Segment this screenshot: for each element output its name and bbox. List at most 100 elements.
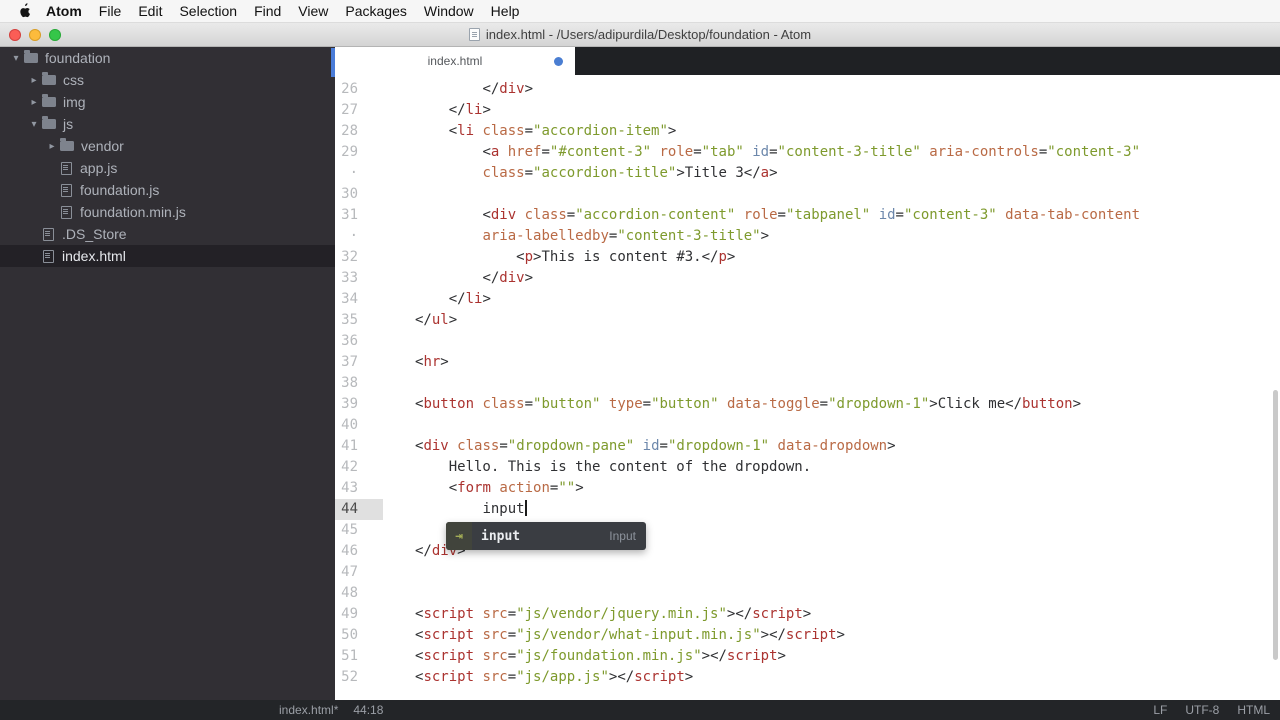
code-row[interactable]: 33 </div>	[335, 268, 1280, 289]
autocomplete-suggestion[interactable]: input	[481, 529, 520, 544]
code-row[interactable]: · aria-labelledby="content-3-title">	[335, 226, 1280, 247]
menu-item-selection[interactable]: Selection	[179, 3, 237, 19]
code-line-text	[383, 373, 415, 394]
chevron-down-icon: ▾	[31, 118, 37, 130]
tree-item-vendor[interactable]: ▸ vendor	[0, 135, 335, 157]
tree-item-js[interactable]: ▾ js	[0, 113, 335, 135]
code-line-text: aria-labelledby="content-3-title">	[482, 228, 770, 244]
menu-item-view[interactable]: View	[298, 3, 328, 19]
tree-item-foundation[interactable]: ▾ foundation	[0, 47, 335, 69]
code-row[interactable]: 32 <p>This is content #3.</p>	[335, 247, 1280, 268]
menu-item-atom[interactable]: Atom	[46, 3, 82, 19]
tree-item-label: app.js	[80, 160, 118, 176]
tree-item-css[interactable]: ▸ css	[0, 69, 335, 91]
code-row[interactable]: 49 <script src="js/vendor/jquery.min.js">…	[335, 604, 1280, 625]
tree-item-img[interactable]: ▸ img	[0, 91, 335, 113]
code-row[interactable]: 52 <script src="js/app.js"></script>	[335, 667, 1280, 688]
zoom-window-button[interactable]	[49, 28, 61, 41]
code-line-text: </li>	[448, 291, 491, 307]
code-line-text: </div>	[482, 270, 534, 286]
status-grammar[interactable]: HTML	[1237, 703, 1270, 717]
tree-item-foundation-js[interactable]: foundation.js	[0, 179, 335, 201]
code-row[interactable]: 51 <script src="js/foundation.min.js"></s…	[335, 646, 1280, 667]
code-row[interactable]: 39 <button class="button" type="button" d…	[335, 394, 1280, 415]
tree-item-foundation-min-js[interactable]: foundation.min.js	[0, 201, 335, 223]
modified-indicator-dot[interactable]	[554, 57, 563, 66]
code-row[interactable]: 42 Hello. This is the content of the dro…	[335, 457, 1280, 478]
window-title-bar[interactable]: index.html - /Users/adipurdila/Desktop/f…	[0, 23, 1280, 47]
code-row[interactable]: 44 input	[335, 499, 1280, 520]
code-row[interactable]: · class="accordion-title">Title 3</a>	[335, 163, 1280, 184]
code-row[interactable]: 41 <div class="dropdown-pane" id="dropdow…	[335, 436, 1280, 457]
menu-item-find[interactable]: Find	[254, 3, 281, 19]
code-row[interactable]: 29 <a href="#content-3" role="tab" id="c…	[335, 142, 1280, 163]
code-line-text: Hello. This is the content of the dropdo…	[448, 459, 812, 475]
editor-scrollbar-thumb[interactable]	[1273, 390, 1278, 660]
file-icon	[43, 227, 54, 241]
code-row[interactable]: 26 </div>	[335, 79, 1280, 100]
minimize-window-button[interactable]	[29, 28, 41, 41]
tree-item-label: .DS_Store	[62, 226, 127, 242]
code-row[interactable]: 27 </li>	[335, 100, 1280, 121]
file-icon	[61, 161, 72, 175]
code-line-text: <div class="dropdown-pane" id="dropdown-…	[415, 438, 896, 454]
tree-item-app-js[interactable]: app.js	[0, 157, 335, 179]
code-line-text: <form action="">	[448, 480, 584, 496]
line-number: 31	[341, 207, 358, 223]
code-line-text: <hr>	[415, 354, 449, 370]
menu-item-edit[interactable]: Edit	[138, 3, 162, 19]
code-row[interactable]: 47	[335, 562, 1280, 583]
menu-item-help[interactable]: Help	[491, 3, 520, 19]
line-number: 43	[341, 480, 358, 496]
folder-icon	[60, 138, 74, 151]
code-row[interactable]: 28 <li class="accordion-item">	[335, 121, 1280, 142]
editor-pane: index.html ⇥ input Input 26 </div> 27 </l…	[335, 47, 1280, 700]
tree-view[interactable]: ▾ foundation ▸ css ▸ img ▾ js ▸ vendor app.js found…	[0, 47, 335, 700]
code-line-text	[383, 520, 415, 541]
code-line-text	[383, 583, 415, 604]
file-icon	[43, 249, 54, 263]
code-row[interactable]: 40	[335, 415, 1280, 436]
status-line-ending[interactable]: LF	[1153, 703, 1167, 717]
file-icon	[61, 183, 72, 197]
folder-icon	[42, 94, 56, 107]
code-line-text	[383, 562, 415, 583]
code-row[interactable]: 38	[335, 373, 1280, 394]
code-line-text: class="accordion-title">Title 3</a>	[482, 165, 778, 181]
code-row[interactable]: 43 <form action="">	[335, 478, 1280, 499]
window-title: index.html - /Users/adipurdila/Desktop/f…	[485, 27, 812, 42]
code-line-text: <script src="js/vendor/what-input.min.js…	[415, 627, 845, 643]
code-row[interactable]: 34 </li>	[335, 289, 1280, 310]
text-cursor	[524, 500, 527, 516]
code-row[interactable]: 50 <script src="js/vendor/what-input.min.…	[335, 625, 1280, 646]
menu-item-file[interactable]: File	[99, 3, 122, 19]
code-row[interactable]: 48	[335, 583, 1280, 604]
line-number: 38	[341, 375, 358, 391]
line-number: 28	[341, 123, 358, 139]
tab-index-html[interactable]: index.html	[335, 47, 575, 75]
menu-item-window[interactable]: Window	[424, 3, 474, 19]
tree-item-label: vendor	[81, 138, 124, 154]
code-row[interactable]: 31 <div class="accordion-content" role="…	[335, 205, 1280, 226]
code-line-text: </ul>	[415, 312, 458, 328]
tree-item--ds-store[interactable]: .DS_Store	[0, 223, 335, 245]
status-encoding[interactable]: UTF-8	[1185, 703, 1219, 717]
status-file-name[interactable]: index.html*	[279, 703, 338, 717]
code-row[interactable]: 37 <hr>	[335, 352, 1280, 373]
close-window-button[interactable]	[9, 28, 21, 41]
code-line-text: input	[482, 500, 527, 517]
tree-item-index-html[interactable]: index.html	[0, 245, 335, 267]
code-line-text: </div>	[482, 81, 534, 97]
code-row[interactable]: 30	[335, 184, 1280, 205]
line-number: 35	[341, 312, 358, 328]
line-number: 44	[335, 499, 383, 520]
apple-menu-icon[interactable]	[17, 3, 32, 19]
code-row[interactable]: 36	[335, 331, 1280, 352]
code-area[interactable]: ⇥ input Input 26 </div> 27 </li> 28 <li cl…	[335, 75, 1280, 700]
status-cursor-position[interactable]: 44:18	[353, 703, 383, 717]
menu-item-packages[interactable]: Packages	[345, 3, 406, 19]
code-row[interactable]: 35 </ul>	[335, 310, 1280, 331]
tree-item-label: foundation	[45, 50, 111, 66]
line-number: 29	[341, 144, 358, 160]
line-number: 51	[341, 648, 358, 664]
